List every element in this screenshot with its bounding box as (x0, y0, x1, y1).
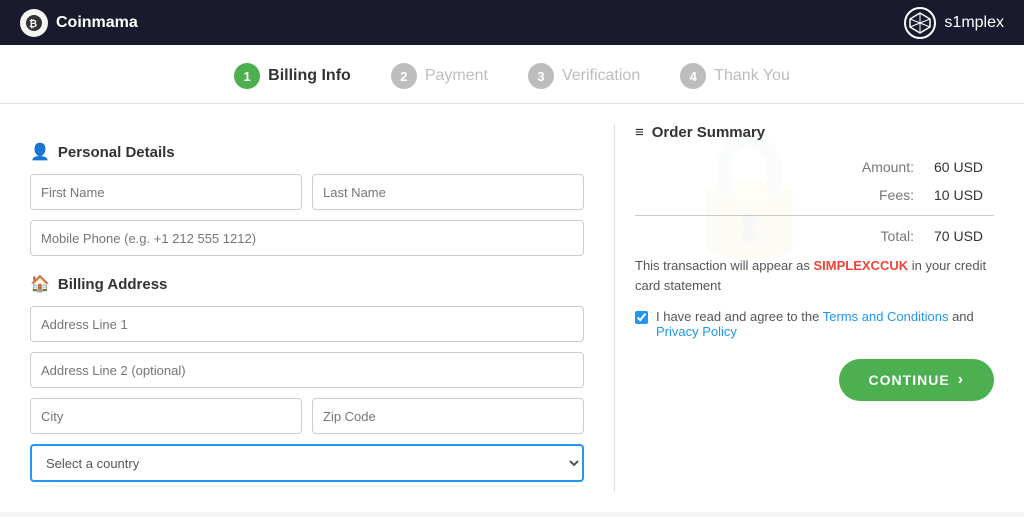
phone-row (30, 220, 584, 256)
transaction-note: This transaction will appear as SIMPLEXC… (635, 256, 994, 295)
step-verification: 3 Verification (528, 63, 640, 89)
fees-row: Fees: 10 USD (635, 187, 994, 203)
coinmama-logo: ₿ Coinmama (20, 9, 138, 37)
transaction-note-prefix: This transaction will appear as (635, 258, 813, 273)
list-icon: ≡ (635, 124, 644, 141)
first-name-input[interactable] (30, 174, 302, 210)
step-3-circle: 3 (528, 63, 554, 89)
main-wrapper: 🔒 👤 Personal Details 🏠 Billing Address (0, 104, 1024, 512)
step-4-circle: 4 (680, 63, 706, 89)
step-2-label: Payment (425, 67, 488, 85)
terms-and: and (948, 309, 973, 324)
city-zip-row (30, 398, 584, 434)
address2-input[interactable] (30, 352, 584, 388)
amount-value: 60 USD (934, 159, 994, 175)
terms-prefix: I have read and agree to the (656, 309, 823, 324)
simplex-logo-icon (904, 7, 936, 39)
step-billing: 1 Billing Info (234, 63, 351, 89)
coinmama-logo-icon: ₿ (20, 9, 48, 37)
country-row: Select a country United States United Ki… (30, 444, 584, 482)
step-payment: 2 Payment (391, 63, 488, 89)
home-icon: 🏠 (30, 274, 50, 294)
zip-input[interactable] (312, 398, 584, 434)
step-1-label: Billing Info (268, 67, 351, 85)
svg-text:₿: ₿ (29, 18, 37, 30)
person-icon: 👤 (30, 142, 50, 162)
main-content: 👤 Personal Details 🏠 Billing Address (0, 104, 1024, 512)
address1-input[interactable] (30, 306, 584, 342)
amount-row: Amount: 60 USD (635, 159, 994, 175)
total-label: Total: (881, 228, 914, 244)
city-input[interactable] (30, 398, 302, 434)
order-divider (635, 215, 994, 216)
terms-link[interactable]: Terms and Conditions (823, 309, 949, 324)
phone-input[interactable] (30, 220, 584, 256)
total-value: 70 USD (934, 228, 994, 244)
step-4-label: Thank You (714, 67, 790, 85)
address2-row (30, 352, 584, 388)
step-2-circle: 2 (391, 63, 417, 89)
header: ₿ Coinmama s1mplex (0, 0, 1024, 45)
personal-details-heading: 👤 Personal Details (30, 142, 584, 162)
terms-row: I have read and agree to the Terms and C… (635, 309, 994, 339)
right-panel: ≡ Order Summary Amount: 60 USD Fees: 10 … (614, 124, 994, 492)
continue-arrow: › (958, 371, 964, 389)
step-3-label: Verification (562, 67, 640, 85)
country-select[interactable]: Select a country United States United Ki… (30, 444, 584, 482)
billing-address-heading: 🏠 Billing Address (30, 274, 584, 294)
last-name-input[interactable] (312, 174, 584, 210)
step-1-circle: 1 (234, 63, 260, 89)
personal-details-label: Personal Details (58, 144, 175, 161)
simplex-text: s1mplex (944, 14, 1004, 32)
terms-checkbox[interactable] (635, 311, 648, 324)
continue-label: CONTINUE (869, 372, 950, 388)
address1-row (30, 306, 584, 342)
left-panel: 👤 Personal Details 🏠 Billing Address (30, 124, 614, 492)
fees-label: Fees: (879, 187, 914, 203)
step-thankyou: 4 Thank You (680, 63, 790, 89)
total-row: Total: 70 USD (635, 228, 994, 244)
name-row (30, 174, 584, 210)
coinmama-text: Coinmama (56, 14, 138, 32)
order-summary-heading: ≡ Order Summary (635, 124, 994, 141)
continue-button[interactable]: CONTINUE › (839, 359, 994, 401)
transaction-brand: SIMPLEXCCUK (813, 258, 908, 273)
steps-bar: 1 Billing Info 2 Payment 3 Verification … (0, 45, 1024, 104)
fees-value: 10 USD (934, 187, 994, 203)
simplex-logo: s1mplex (904, 7, 1004, 39)
privacy-link[interactable]: Privacy Policy (656, 324, 737, 339)
billing-address-label: Billing Address (58, 276, 167, 293)
amount-label: Amount: (862, 159, 914, 175)
terms-text: I have read and agree to the Terms and C… (656, 309, 994, 339)
order-summary-label: Order Summary (652, 124, 765, 141)
